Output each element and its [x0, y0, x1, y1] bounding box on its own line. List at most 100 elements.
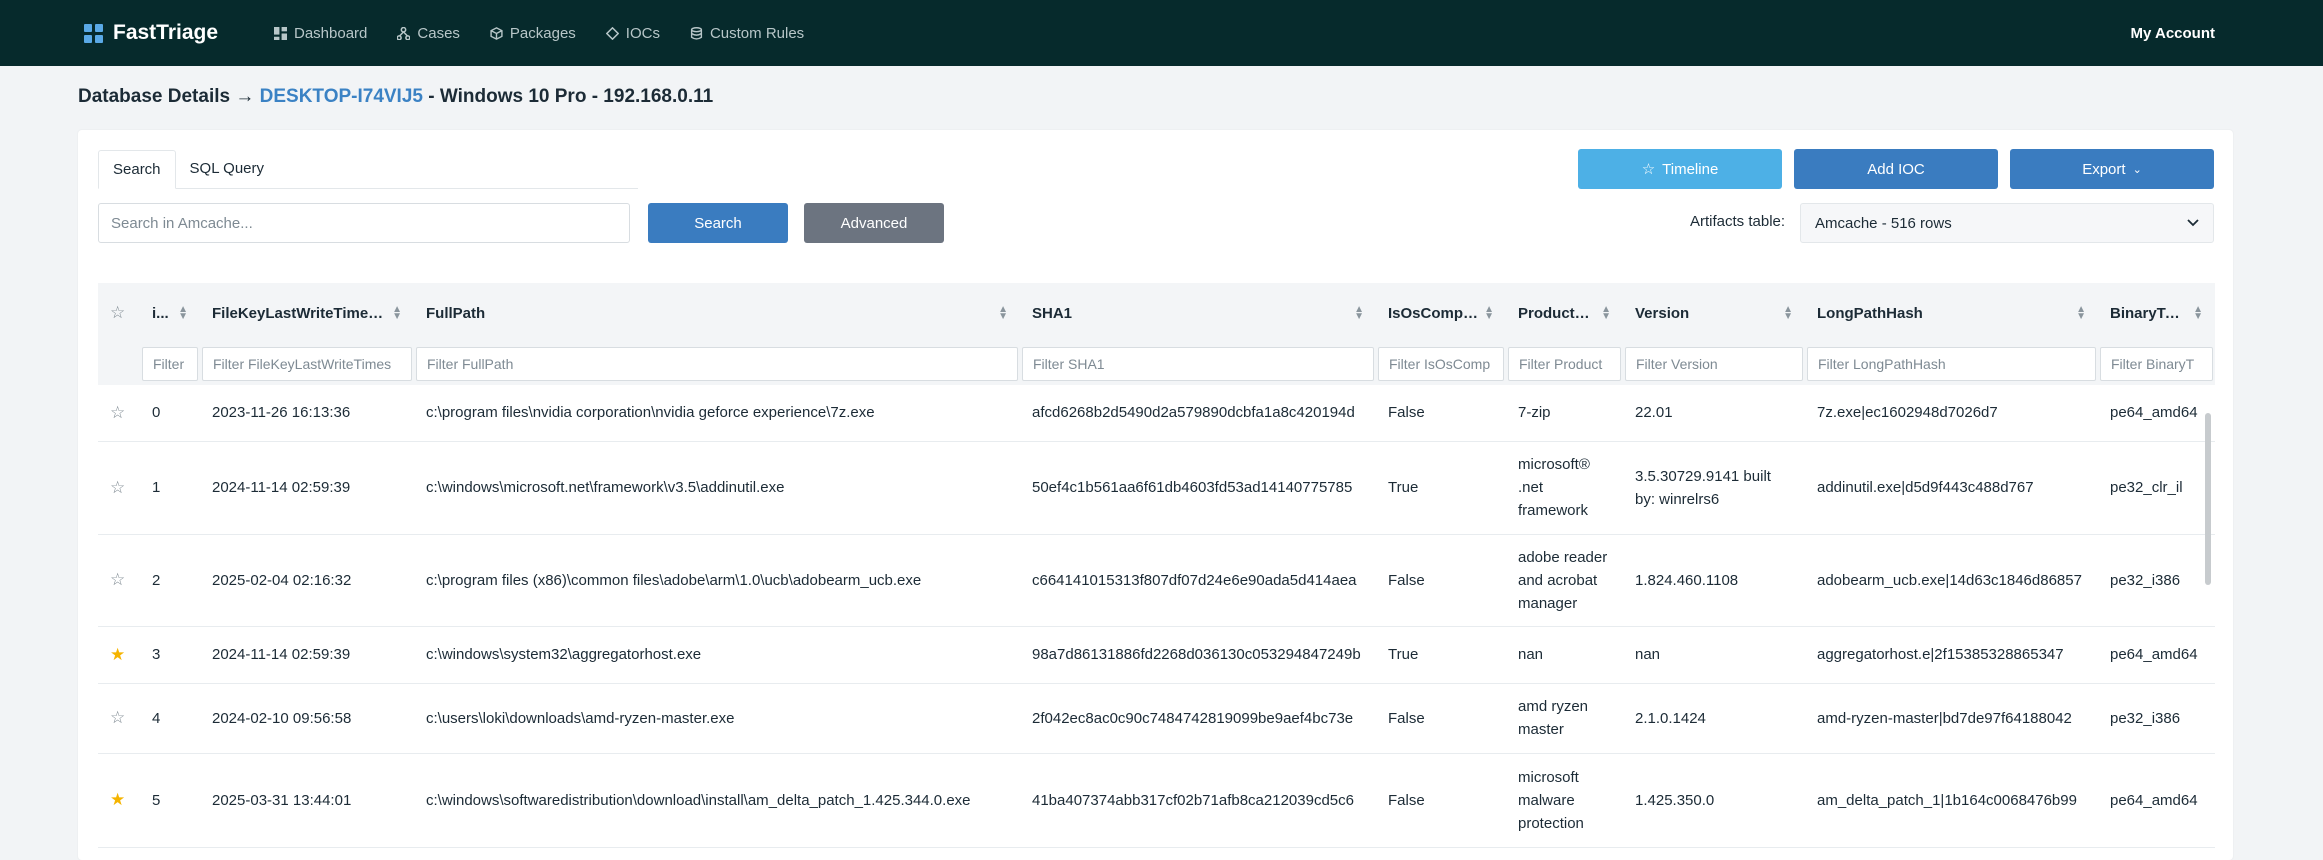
cell-isoscomponent: False [1376, 534, 1506, 627]
host-link[interactable]: DESKTOP-I74VIJ5 [260, 86, 423, 107]
cell-productname: 7-zip [1506, 385, 1623, 442]
advanced-button[interactable]: Advanced [804, 203, 944, 243]
cell-sha1: afcd6268b2d5490d2a579890dcbfa1a8c420194d [1020, 385, 1376, 442]
database-details-card: Search SQL Query ☆ Timeline Add IOC Expo… [78, 130, 2233, 860]
page-title-suffix: - Windows 10 Pro - 192.168.0.11 [422, 86, 714, 107]
cell-timestamp: 2024-11-14 02:59:39 [200, 626, 414, 684]
nav-packages[interactable]: Packages [490, 25, 576, 42]
artifacts-grid: ☆ i... ▲ ▼ FileKeyLastWriteTimest... ▲ ▼ Ful… [98, 283, 2215, 860]
cell-isoscomponent: False [1376, 683, 1506, 754]
column-header-binarytype[interactable]: BinaryType ▲ ▼ [2098, 283, 2215, 343]
star-column-header[interactable]: ☆ [98, 283, 140, 343]
filter-input-version[interactable] [1625, 347, 1803, 381]
cell-sha1: c664141015313f807df07d24e6e90ada5d414aea [1020, 534, 1376, 627]
top-navbar: FastTriage Dashboard Cases Packages IOCs… [0, 0, 2323, 66]
column-header-isoscomponent[interactable]: IsOsCompo... ▲ ▼ [1376, 283, 1506, 343]
cell-id: 0 [140, 385, 200, 442]
column-header-sha1[interactable]: SHA1 ▲ ▼ [1020, 283, 1376, 343]
filter-input-filekeylastwritetimestamp[interactable] [202, 347, 412, 381]
column-header-fullpath[interactable]: FullPath ▲ ▼ [414, 283, 1020, 343]
cell-binarytype: pe64_amd64 [2098, 626, 2215, 684]
table-row[interactable]: ★ 3 2024-11-14 02:59:39 c:\windows\syste… [98, 626, 2215, 684]
iocs-icon [605, 26, 619, 40]
star-outline-icon[interactable]: ☆ [110, 403, 125, 422]
artifacts-table-label: Artifacts table: [1690, 213, 1786, 230]
filter-input-isoscomponent[interactable] [1378, 347, 1504, 381]
table-row[interactable]: ☆ 1 2024-11-14 02:59:39 c:\windows\micro… [98, 441, 2215, 535]
nav-dashboard[interactable]: Dashboard [274, 25, 367, 42]
artifacts-table-select[interactable]: Amcache - 516 rows [1800, 203, 2214, 243]
cell-fullpath: c:\users\loki\downloads\amd-ryzen-master… [414, 683, 1020, 754]
custom-rules-icon [690, 26, 703, 40]
table-row[interactable]: ★ 5 2025-03-31 13:44:01 c:\windows\softw… [98, 753, 2215, 848]
cell-id: 2 [140, 534, 200, 627]
star-outline-icon[interactable]: ☆ [110, 708, 125, 727]
star-outline-icon: ☆ [1641, 161, 1656, 178]
timeline-button[interactable]: ☆ Timeline [1578, 149, 1782, 189]
column-header-label: FullPath [426, 304, 486, 322]
column-header-label: SHA1 [1032, 304, 1073, 322]
column-header-longpathhash[interactable]: LongPathHash ▲ ▼ [1805, 283, 2098, 343]
column-header-label: LongPathHash [1817, 304, 1923, 322]
grid-logo-icon [84, 23, 103, 43]
add-ioc-button[interactable]: Add IOC [1794, 149, 1998, 189]
filter-input-fullpath[interactable] [416, 347, 1018, 381]
tab-sql-query[interactable]: SQL Query [176, 150, 278, 188]
column-header-label: BinaryType [2110, 304, 2188, 322]
cell-longpathhash: am_delta_patch_1|1b164c0068476b99 [1805, 753, 2098, 848]
filter-input-longpathhash[interactable] [1807, 347, 2096, 381]
column-header-productname[interactable]: ProductN... ▲ ▼ [1506, 283, 1623, 343]
cell-timestamp: 2025-03-31 13:44:01 [200, 753, 414, 848]
column-header-label: i... [152, 304, 169, 322]
my-account-link[interactable]: My Account [2131, 0, 2215, 66]
search-input[interactable] [98, 203, 630, 243]
star-filled-icon[interactable]: ★ [110, 645, 125, 664]
search-button[interactable]: Search [648, 203, 788, 243]
cell-timestamp: 2023-11-26 16:13:36 [200, 385, 414, 442]
cell-isoscomponent: False [1376, 385, 1506, 442]
column-header-filekeylastwritetimestamp[interactable]: FileKeyLastWriteTimest... ▲ ▼ [200, 283, 414, 343]
cell-sha1: 2f042ec8ac0c90c7484742819099be9aef4bc73e [1020, 683, 1376, 754]
table-row[interactable]: ☆ 2 2025-02-04 02:16:32 c:\program files… [98, 534, 2215, 627]
cell-sha1: 41ba407374abb317cf02b71afb8ca212039cd5c6 [1020, 753, 1376, 848]
cell-sha1: 98a7d86131886fd2268d036130c053294847249b [1020, 626, 1376, 684]
sort-icon: ▲ ▼ [2193, 304, 2203, 322]
nav-iocs[interactable]: IOCs [605, 25, 660, 42]
cell-sha1: 50ef4c1b561aa6f61db4603fd53ad14140775785 [1020, 441, 1376, 535]
nav-custom-rules[interactable]: Custom Rules [690, 25, 804, 42]
table-row[interactable]: ☆ 0 2023-11-26 16:13:36 c:\program files… [98, 385, 2215, 442]
star-outline-icon[interactable]: ☆ [110, 478, 125, 497]
cases-icon [397, 26, 411, 40]
filter-input-binarytype[interactable] [2100, 347, 2213, 381]
cell-timestamp: 2025-02-04 02:16:32 [200, 534, 414, 627]
cell-longpathhash: amd-ryzen-master|bd7de97f64188042 [1805, 683, 2098, 754]
tab-search[interactable]: Search [98, 150, 176, 189]
cell-binarytype: pe64_amd64 [2098, 753, 2215, 848]
nav-cases[interactable]: Cases [397, 25, 460, 42]
filter-input-productname[interactable] [1508, 347, 1621, 381]
cell-version: nan [1623, 626, 1805, 684]
cell-fullpath: c:\windows\system32\aggregatorhost.exe [414, 626, 1020, 684]
packages-icon [490, 26, 503, 40]
column-header-id[interactable]: i... ▲ ▼ [140, 283, 200, 343]
dashboard-icon [274, 26, 287, 40]
star-filled-icon[interactable]: ★ [110, 790, 125, 809]
table-row[interactable]: ☆ 4 2024-02-10 09:56:58 c:\users\loki\do… [98, 683, 2215, 754]
cell-binarytype: pe32_i386 [2098, 683, 2215, 754]
filter-input-id[interactable] [142, 347, 198, 381]
export-dropdown-button[interactable]: Export ⌄ [2010, 149, 2214, 189]
filter-input-sha1[interactable] [1022, 347, 1374, 381]
sort-icon: ▲ ▼ [1601, 304, 1611, 322]
cell-isoscomponent: True [1376, 626, 1506, 684]
column-header-label: FileKeyLastWriteTimest... [212, 304, 387, 322]
brand-logo-link[interactable]: FastTriage [84, 0, 218, 66]
chevron-down-icon: ⌄ [2132, 163, 2142, 176]
cell-binarytype: pe32_i386 [2098, 534, 2215, 627]
cell-longpathhash: aggregatorhost.e|2f15385328865347 [1805, 626, 2098, 684]
cell-isoscomponent: False [1376, 753, 1506, 848]
column-header-version[interactable]: Version ▲ ▼ [1623, 283, 1805, 343]
cell-id: 4 [140, 683, 200, 754]
vertical-scrollbar-thumb[interactable] [2205, 413, 2211, 585]
star-outline-icon[interactable]: ☆ [110, 570, 125, 589]
cell-longpathhash: addinutil.exe|d5d9f443c488d767 [1805, 441, 2098, 535]
